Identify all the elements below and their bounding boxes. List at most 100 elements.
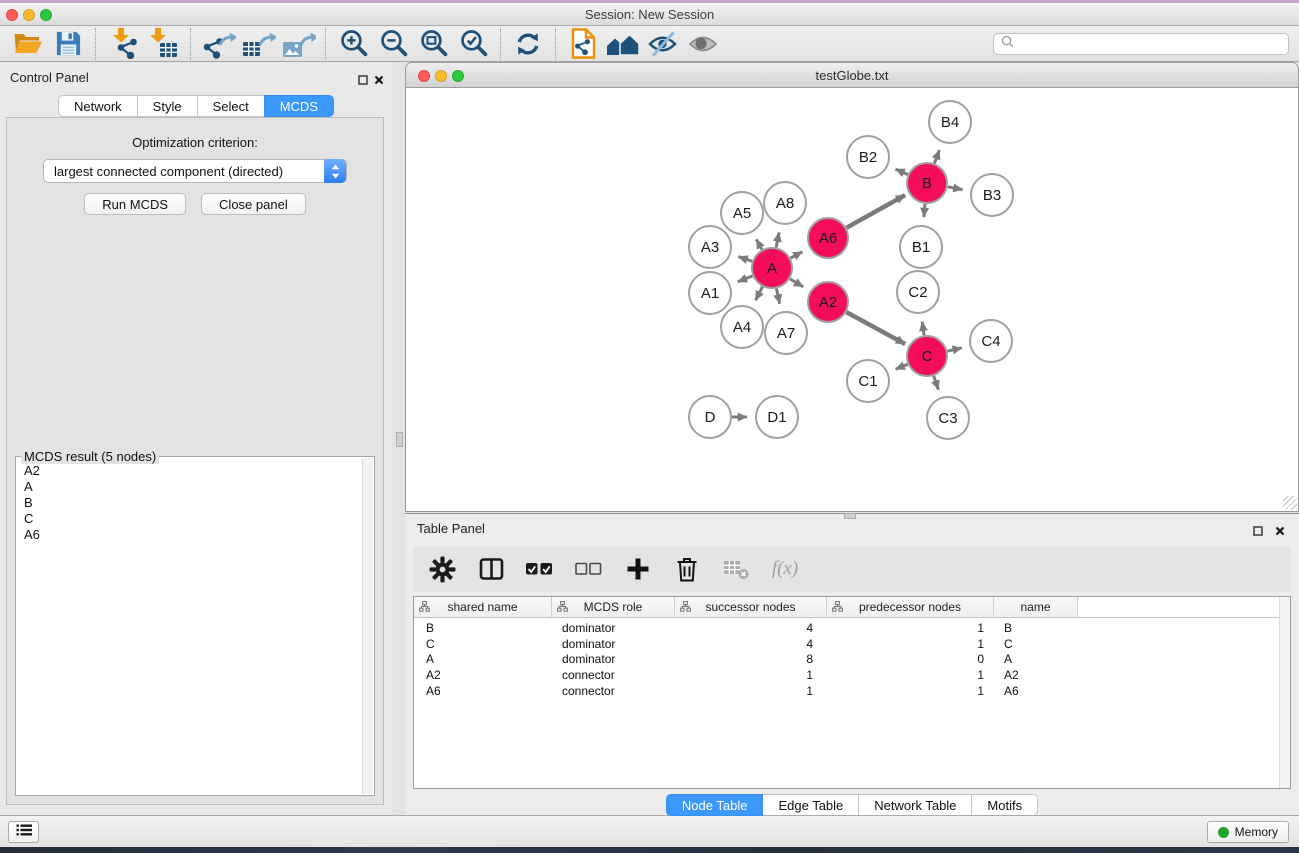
tab-mcds[interactable]: MCDS (264, 95, 334, 117)
import-table-button[interactable] (143, 27, 183, 61)
graph-edge-C-C3[interactable] (934, 376, 939, 390)
import-network-button[interactable] (103, 27, 143, 61)
horizontal-splitter-handle[interactable] (844, 513, 856, 519)
cell[interactable]: 1 (827, 621, 994, 635)
search-input[interactable] (1019, 37, 1281, 51)
delete-column-button[interactable] (672, 554, 702, 584)
cell[interactable]: 4 (675, 637, 827, 651)
show-graphics-details-button[interactable] (683, 27, 723, 61)
float-panel-icon[interactable] (358, 72, 368, 90)
cell[interactable]: 1 (827, 684, 994, 698)
cell[interactable]: dominator (552, 621, 675, 635)
column-header-MCDS-role[interactable]: MCDS role (552, 597, 675, 617)
table-settings-button[interactable] (427, 554, 457, 584)
table-row-A6[interactable]: A6connector11A6 (414, 683, 1290, 699)
graph-node-A2[interactable]: A2 (808, 282, 848, 322)
table-row-A2[interactable]: A2connector11A2 (414, 667, 1290, 683)
cell[interactable]: A2 (414, 668, 552, 682)
column-header-shared-name[interactable]: shared name (414, 597, 552, 617)
graph-edge-A-A2[interactable] (790, 279, 803, 287)
graph-node-B3[interactable]: B3 (971, 174, 1013, 216)
cell[interactable]: connector (552, 668, 675, 682)
mcds-result-item[interactable]: A6 (24, 527, 360, 543)
cell[interactable]: B (414, 621, 552, 635)
column-header-predecessor-nodes[interactable]: predecessor nodes (827, 597, 994, 617)
graph-node-A[interactable]: A (752, 248, 792, 288)
resize-grip[interactable] (1283, 496, 1297, 510)
table-close-panel-icon[interactable] (1275, 523, 1285, 541)
graph-edge-A-A6[interactable] (791, 252, 803, 258)
refresh-network-button[interactable] (508, 27, 548, 61)
zoom-selected-button[interactable] (453, 27, 493, 61)
table-row-A[interactable]: Adominator80A (414, 651, 1290, 667)
cell[interactable]: 1 (675, 668, 827, 682)
cell[interactable]: C (414, 637, 552, 651)
mcds-result-item[interactable]: C (24, 511, 360, 527)
cell[interactable]: A (994, 652, 1078, 666)
tab-network[interactable]: Network (58, 95, 138, 117)
zoom-in-button[interactable] (333, 27, 373, 61)
graph-edge-B-B3[interactable] (948, 187, 963, 190)
save-session-button[interactable] (48, 27, 88, 61)
graph-node-A5[interactable]: A5 (721, 192, 763, 234)
tab-style[interactable]: Style (137, 95, 198, 117)
cell[interactable]: C (994, 637, 1078, 651)
run-mcds-button[interactable]: Run MCDS (84, 193, 186, 215)
graph-node-D1[interactable]: D1 (756, 396, 798, 438)
hide-graphics-details-button[interactable] (643, 27, 683, 61)
graph-edge-A-A7[interactable] (776, 289, 779, 304)
graph-node-A1[interactable]: A1 (689, 272, 731, 314)
graph-node-C3[interactable]: C3 (927, 397, 969, 439)
graph-edge-B-B2[interactable] (896, 169, 908, 174)
cell[interactable]: 4 (675, 621, 827, 635)
table-scrollbar[interactable] (1279, 597, 1290, 788)
graph-node-A8[interactable]: A8 (764, 182, 806, 224)
mcds-result-item[interactable]: B (24, 495, 360, 511)
graph-edge-C-C1[interactable] (896, 364, 908, 369)
cell[interactable]: A6 (414, 684, 552, 698)
table-row-B[interactable]: Bdominator41B (414, 620, 1290, 636)
graph-edge-A2-C[interactable] (846, 312, 905, 344)
graph-node-B4[interactable]: B4 (929, 101, 971, 143)
graph-node-A7[interactable]: A7 (765, 312, 807, 354)
graph-node-C2[interactable]: C2 (897, 271, 939, 313)
graph-edge-B-B1[interactable] (924, 204, 925, 217)
tab-edge-table[interactable]: Edge Table (762, 794, 859, 816)
column-header-name[interactable]: name (994, 597, 1078, 617)
select-all-columns-button[interactable] (525, 554, 555, 584)
graph-edge-A-A4[interactable] (756, 287, 763, 301)
toggle-columns-button[interactable] (476, 554, 506, 584)
cell[interactable]: dominator (552, 637, 675, 651)
open-session-button[interactable] (8, 27, 48, 61)
tab-node-table[interactable]: Node Table (666, 794, 764, 816)
zoom-fit-button[interactable] (413, 27, 453, 61)
graph-node-C1[interactable]: C1 (847, 360, 889, 402)
graph-node-B1[interactable]: B1 (900, 226, 942, 268)
network-overview-button[interactable] (603, 27, 643, 61)
memory-button[interactable]: Memory (1207, 821, 1289, 843)
vertical-splitter-handle[interactable] (396, 432, 403, 447)
optimization-criterion-select[interactable]: largest connected component (directed) (43, 159, 347, 183)
zoom-out-button[interactable] (373, 27, 413, 61)
cell[interactable]: A (414, 652, 552, 666)
export-image-button[interactable] (278, 27, 318, 61)
add-column-button[interactable] (623, 554, 653, 584)
network-canvas[interactable]: B4B2BB3A5A8A6A3B1AA1C2A4A7A2CC4C1C3DD1 (405, 88, 1299, 512)
column-header-successor-nodes[interactable]: successor nodes (675, 597, 827, 617)
graph-edge-C-C4[interactable] (947, 348, 961, 351)
unselect-all-columns-button[interactable] (574, 554, 604, 584)
cell[interactable]: 1 (827, 668, 994, 682)
tab-network-table[interactable]: Network Table (858, 794, 972, 816)
table-float-panel-icon[interactable] (1253, 523, 1263, 541)
graph-edge-B-B4[interactable] (934, 150, 939, 163)
graph-edge-A-A1[interactable] (738, 276, 753, 282)
graph-node-B2[interactable]: B2 (847, 136, 889, 178)
cell[interactable]: 1 (827, 637, 994, 651)
cell[interactable]: dominator (552, 652, 675, 666)
share-document-button[interactable] (563, 27, 603, 61)
tab-motifs[interactable]: Motifs (971, 794, 1038, 816)
graph-node-B[interactable]: B (907, 163, 947, 203)
graph-node-A4[interactable]: A4 (721, 306, 763, 348)
tab-select[interactable]: Select (197, 95, 265, 117)
close-panel-button[interactable]: Close panel (201, 193, 306, 215)
